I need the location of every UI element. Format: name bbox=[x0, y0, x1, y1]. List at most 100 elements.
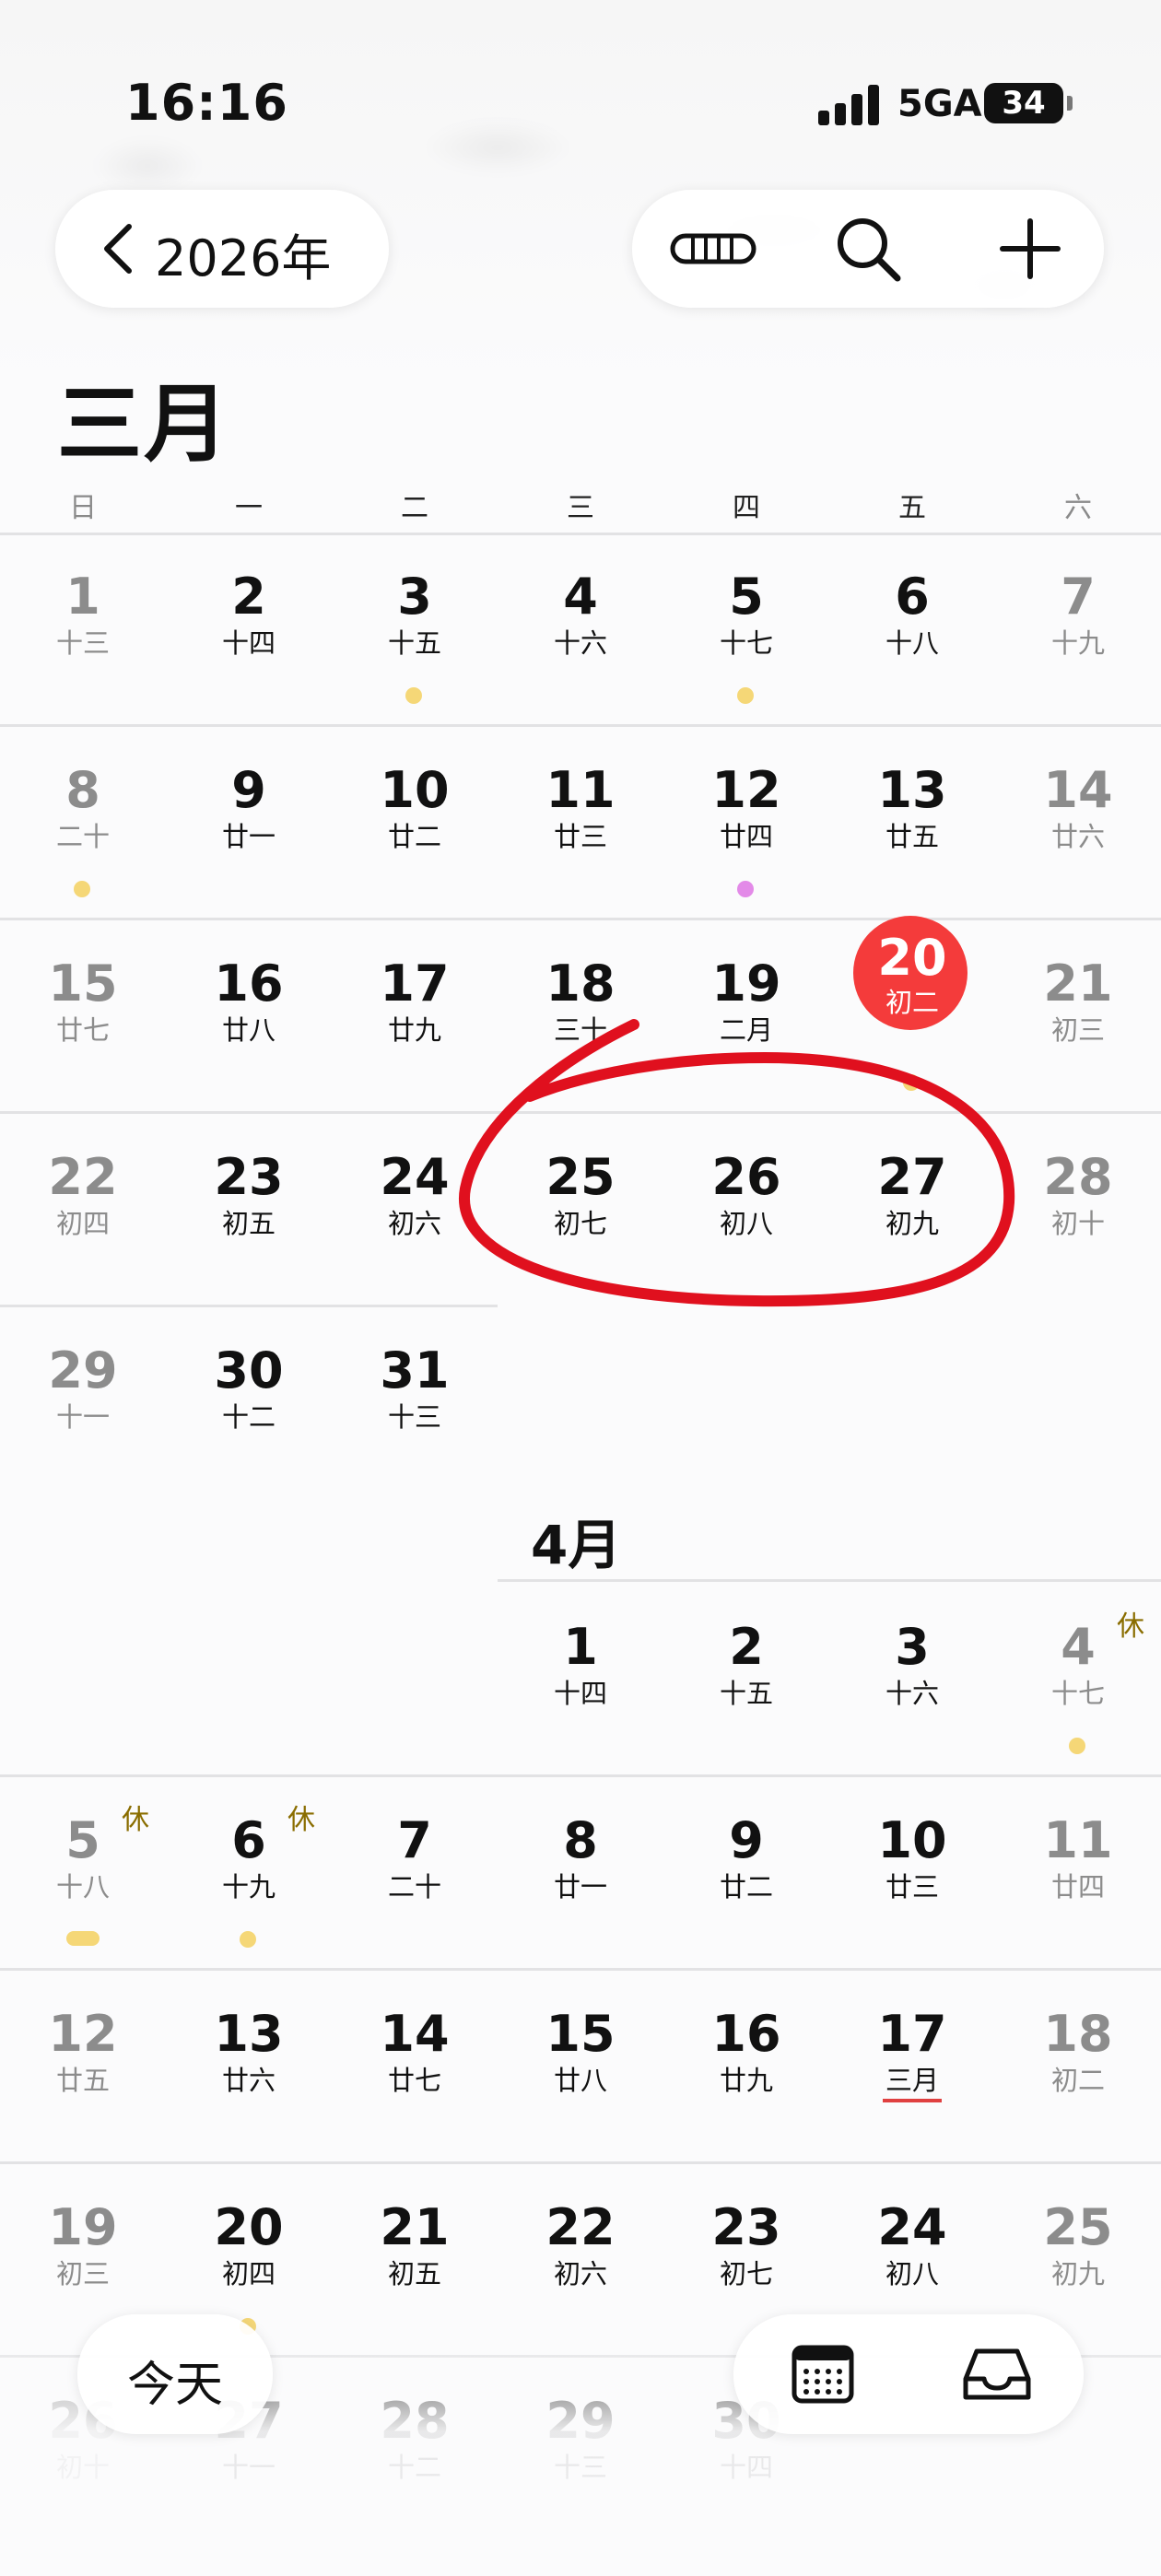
day-number: 22 bbox=[545, 2198, 616, 2256]
day-number: 12 bbox=[711, 761, 781, 819]
lunar-date: 十三 bbox=[387, 1401, 441, 1433]
day-number: 25 bbox=[1043, 2198, 1113, 2256]
day-cell[interactable]: 28 初十 bbox=[995, 1148, 1161, 1332]
grid-divider bbox=[0, 2161, 1161, 2164]
weekday-fri: 五 bbox=[898, 492, 926, 524]
lunar-date: 初七 bbox=[553, 1208, 607, 1239]
status-time: 16:16 bbox=[125, 74, 288, 132]
day-number: 17 bbox=[380, 954, 450, 1013]
day-number: 2 bbox=[729, 1618, 764, 1676]
network-label: 5GA bbox=[897, 83, 982, 125]
lunar-date: 十二 bbox=[221, 1401, 276, 1433]
year-label: 2026年 bbox=[155, 229, 332, 287]
day-number: 13 bbox=[877, 761, 947, 819]
lunar-date: 二月 bbox=[719, 1014, 773, 1046]
lunar-date: 初五 bbox=[221, 1208, 276, 1239]
lunar-date: 廿六 bbox=[1050, 821, 1105, 852]
day-cell[interactable]: 25 初七 bbox=[498, 1148, 663, 1332]
lunar-date: 廿九 bbox=[719, 2065, 773, 2096]
day-number: 8 bbox=[65, 761, 100, 819]
lunar-date: 初九 bbox=[1050, 2258, 1105, 2289]
event-dot bbox=[737, 881, 754, 897]
lunar-date: 廿七 bbox=[55, 1014, 110, 1046]
bottom-tools-pill bbox=[733, 2314, 1084, 2434]
lunar-date: 廿六 bbox=[221, 2065, 276, 2096]
calendar-grid-icon[interactable] bbox=[791, 2344, 855, 2405]
holiday-badge: 休 bbox=[287, 1804, 315, 1836]
weekday-wed: 三 bbox=[567, 492, 594, 524]
lunar-date: 初八 bbox=[719, 1208, 773, 1239]
lunar-date: 廿四 bbox=[1050, 1871, 1105, 1903]
month-title: 三月 bbox=[57, 375, 231, 474]
day-cell[interactable]: 29 十一 bbox=[0, 1341, 166, 1526]
grid-divider bbox=[0, 918, 1161, 920]
lunar-date: 十五 bbox=[387, 627, 441, 659]
grid-divider bbox=[498, 1579, 1161, 1582]
day-number: 10 bbox=[380, 761, 450, 819]
day-number: 20 bbox=[877, 929, 947, 987]
lunar-date: 初六 bbox=[553, 2258, 607, 2289]
lunar-month-underline bbox=[883, 2099, 942, 2102]
day-number: 20 bbox=[214, 2198, 284, 2256]
lunar-date: 初五 bbox=[387, 2258, 441, 2289]
lunar-date: 初十 bbox=[1050, 1208, 1105, 1239]
lunar-date: 廿八 bbox=[221, 1014, 276, 1046]
lunar-date: 十七 bbox=[1050, 1678, 1105, 1709]
grid-divider bbox=[0, 724, 1161, 727]
event-dot bbox=[74, 881, 90, 897]
day-number: 31 bbox=[380, 1341, 450, 1399]
grid-divider bbox=[0, 533, 1161, 535]
lunar-date: 十九 bbox=[1050, 627, 1105, 659]
plus-icon[interactable] bbox=[993, 212, 1067, 286]
day-number: 11 bbox=[545, 761, 616, 819]
lunar-date: 十七 bbox=[719, 627, 773, 659]
lunar-date: 十四 bbox=[553, 1678, 607, 1709]
back-to-year-button[interactable]: 2026年 bbox=[55, 190, 389, 308]
day-number: 21 bbox=[1043, 954, 1113, 1013]
day-number: 24 bbox=[380, 1148, 450, 1206]
lunar-date: 初九 bbox=[885, 1208, 939, 1239]
view-toggle-icon[interactable] bbox=[669, 212, 757, 286]
day-number: 19 bbox=[48, 2198, 118, 2256]
lunar-date: 初四 bbox=[221, 2258, 276, 2289]
day-cell[interactable]: 27 初九 bbox=[829, 1148, 995, 1332]
day-cell[interactable]: 26 初八 bbox=[663, 1148, 829, 1332]
inbox-icon[interactable] bbox=[962, 2344, 1032, 2405]
today-button[interactable]: 今天 bbox=[77, 2314, 273, 2434]
day-number: 25 bbox=[545, 1148, 616, 1206]
lunar-date: 廿九 bbox=[387, 1014, 441, 1046]
grid-divider bbox=[0, 1968, 1161, 1971]
lunar-date: 廿七 bbox=[387, 2065, 441, 2096]
day-cell[interactable]: 30 十二 bbox=[166, 1341, 332, 1526]
day-number: 29 bbox=[48, 1341, 118, 1399]
day-number: 11 bbox=[1043, 1811, 1113, 1869]
lunar-date: 二十 bbox=[55, 821, 110, 852]
event-dot bbox=[240, 1931, 256, 1948]
lunar-date: 初八 bbox=[885, 2258, 939, 2289]
holiday-badge: 休 bbox=[1117, 1610, 1144, 1643]
day-cell[interactable]: 31 十三 bbox=[332, 1341, 498, 1526]
signal-icon bbox=[818, 85, 881, 125]
status-bar: 16:16 5GA 34 bbox=[0, 74, 1161, 138]
lunar-date: 初七 bbox=[719, 2258, 773, 2289]
search-icon[interactable] bbox=[831, 212, 905, 286]
day-number: 14 bbox=[380, 2005, 450, 2063]
day-number: 23 bbox=[214, 1148, 284, 1206]
day-number: 1 bbox=[563, 1618, 598, 1676]
event-dot bbox=[66, 1931, 100, 1946]
grid-divider bbox=[0, 1111, 1161, 1114]
weekday-thu: 四 bbox=[733, 492, 760, 524]
weekday-sat: 六 bbox=[1064, 492, 1092, 524]
month-label-april: 4月 bbox=[531, 1514, 622, 1576]
lunar-date: 廿五 bbox=[885, 821, 939, 852]
weekday-mon: 一 bbox=[235, 492, 263, 524]
lunar-date: 廿二 bbox=[719, 1871, 773, 1903]
day-number: 10 bbox=[877, 1811, 947, 1869]
day-number: 28 bbox=[1043, 1148, 1113, 1206]
toolbar-pill bbox=[632, 190, 1104, 308]
day-number: 8 bbox=[563, 1811, 598, 1869]
today-label: 今天 bbox=[126, 2358, 223, 2413]
day-number: 6 bbox=[895, 568, 930, 626]
lunar-date: 廿五 bbox=[55, 2065, 110, 2096]
lunar-date: 初六 bbox=[387, 1208, 441, 1239]
